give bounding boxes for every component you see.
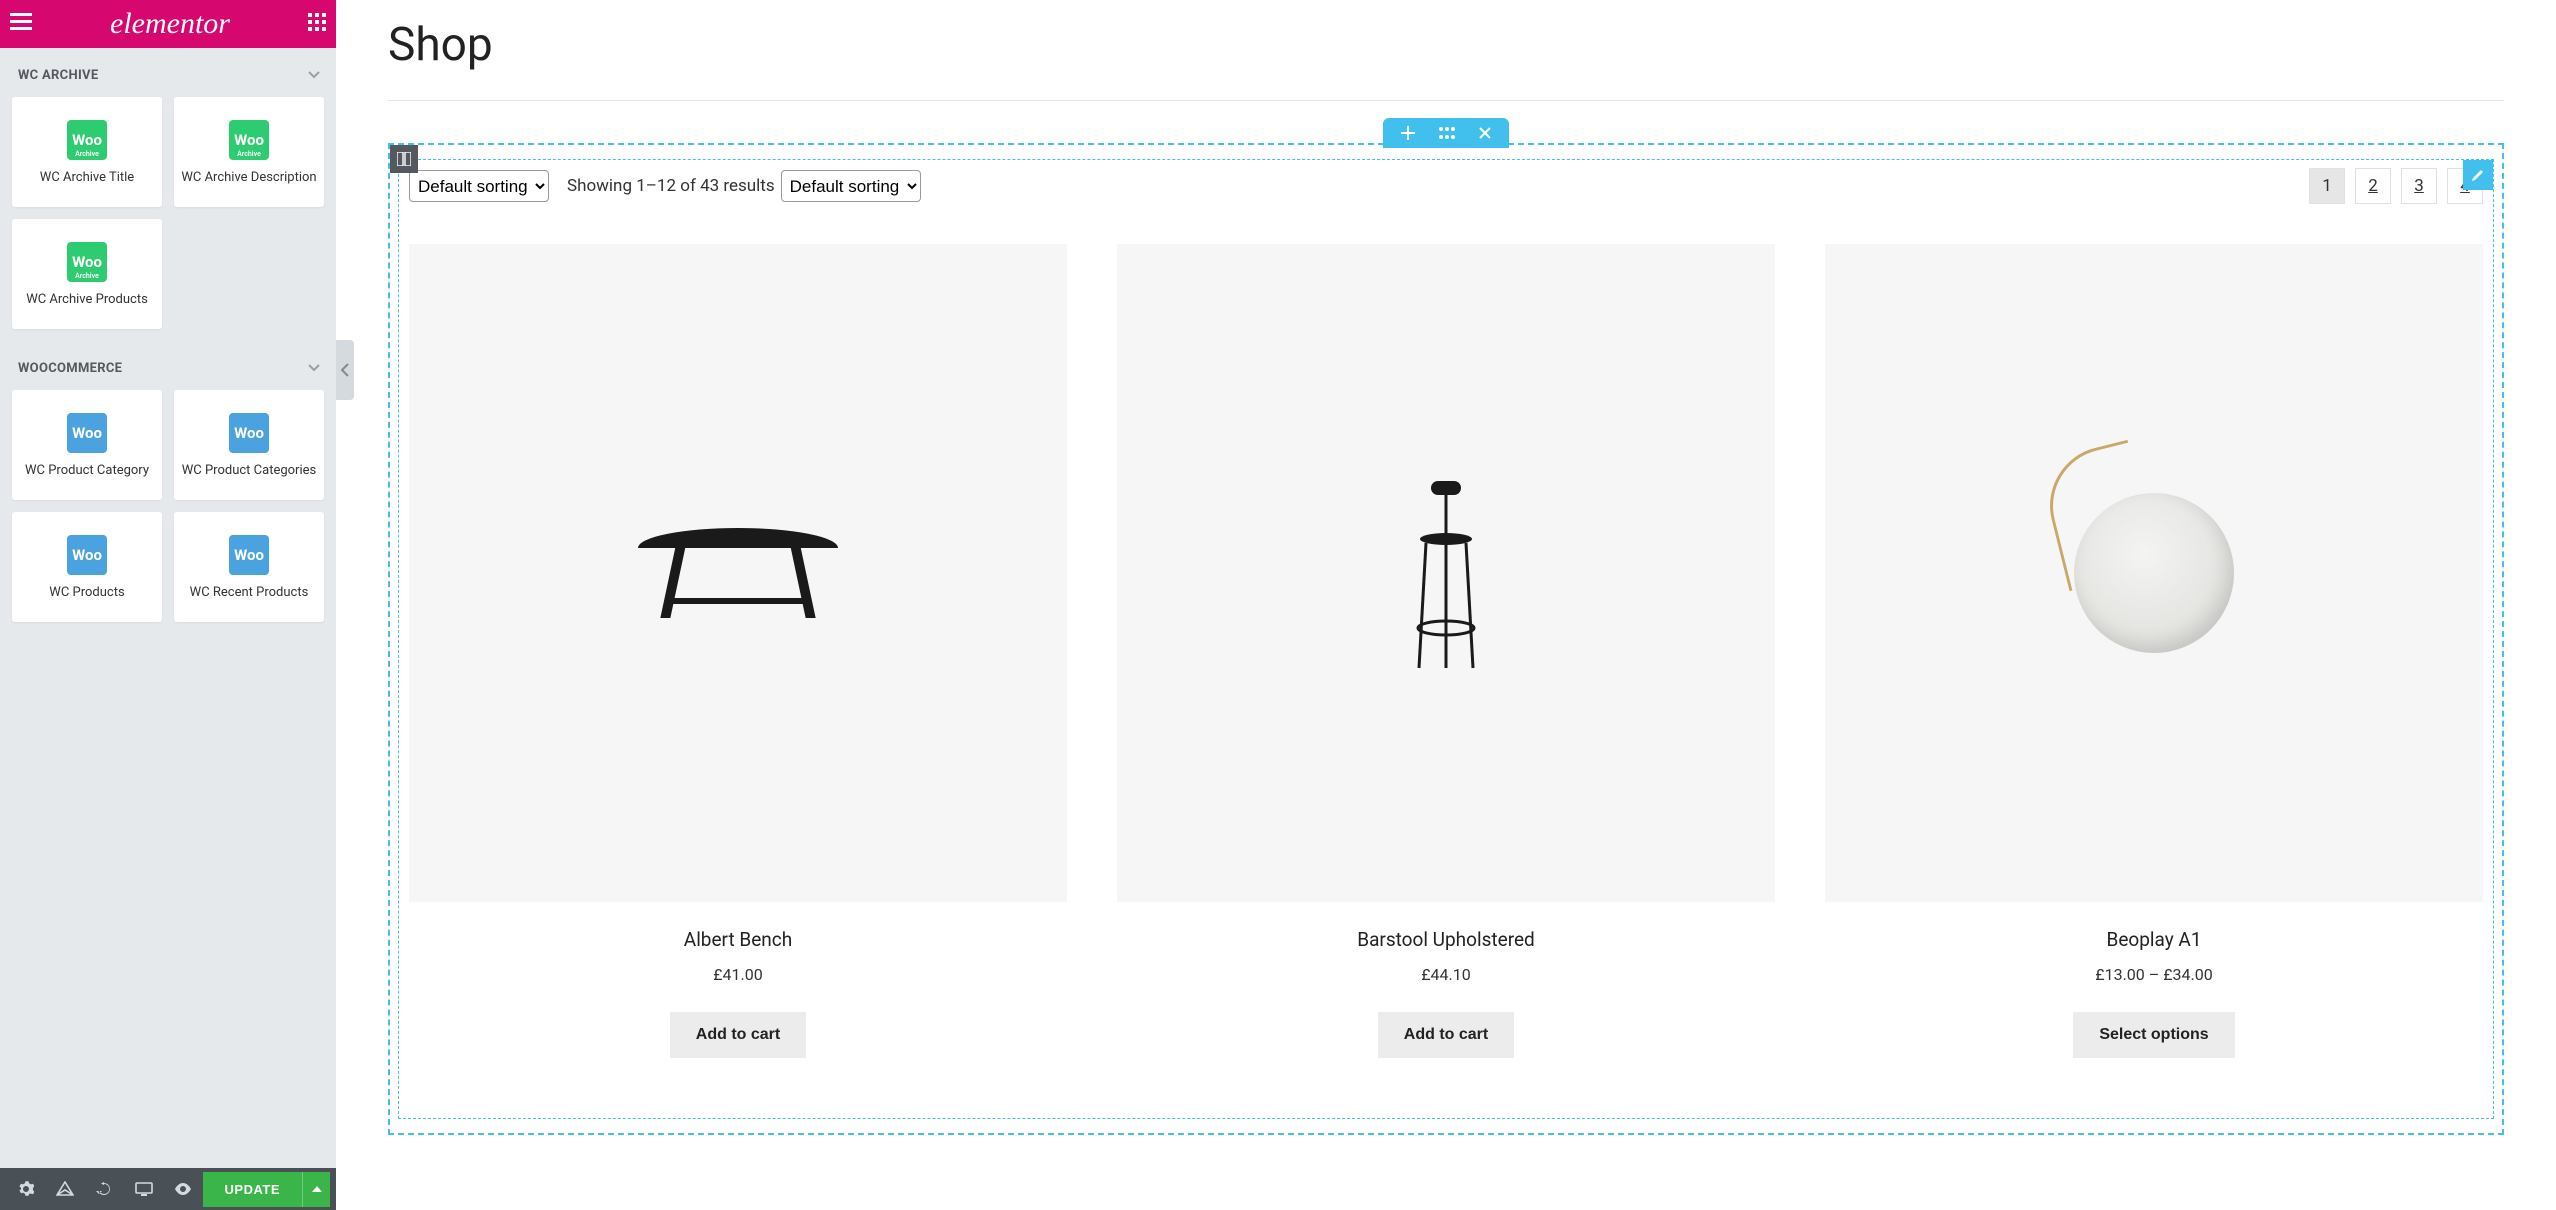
delete-section-icon[interactable] [1479,127,1491,139]
chevron-down-icon [308,68,320,83]
settings-icon[interactable] [6,1168,45,1210]
widget-label: WC Archive Products [26,292,148,307]
results-count: Showing 1–12 of 43 results Default sorti… [567,170,921,202]
shop-toolbar: Default sorting Showing 1–12 of 43 resul… [409,168,2483,204]
column-handle-icon[interactable] [390,145,418,173]
woo-icon: WooArchive [67,120,107,160]
pagination: 1234 [2309,168,2483,204]
chevron-down-icon [308,361,320,376]
panel-body: WC ARCHIVE WooArchive WC Archive TitleWo… [0,48,336,1210]
update-options-button[interactable] [302,1172,330,1207]
widget-card[interactable]: Woo WC Product Categories [174,390,324,500]
panel-header: elementor [0,0,336,48]
widget-label: WC Products [49,585,124,600]
elementor-column[interactable]: Default sorting Showing 1–12 of 43 resul… [398,159,2494,1119]
history-icon[interactable] [85,1168,124,1210]
product-grid: Albert Bench £41.00 Add to cart Barstool… [409,244,2483,1058]
product-title: Albert Bench [409,928,1067,951]
widget-label: WC Archive Title [40,170,134,185]
page-link[interactable]: 3 [2401,168,2437,204]
widget-label: WC Product Categories [182,463,316,478]
section-controls [1383,118,1509,148]
widget-label: WC Product Category [25,463,149,478]
preview-icon[interactable] [163,1168,202,1210]
widget-card[interactable]: Woo WC Recent Products [174,512,324,622]
widget-card[interactable]: WooArchive WC Archive Products [12,219,162,329]
woo-icon: Woo [229,413,269,453]
drag-section-icon[interactable] [1439,127,1455,139]
widget-label: WC Recent Products [190,585,309,600]
product-image[interactable] [409,244,1067,902]
widget-card[interactable]: WooArchive WC Archive Description [174,97,324,207]
add-to-cart-button[interactable]: Add to cart [670,1012,806,1058]
preview-canvas: Shop Default sorting Showing 1–12 of 43 … [336,0,2556,1135]
product-price: £13.00 – £34.00 [1825,965,2483,984]
page-link[interactable]: 1 [2309,168,2345,204]
woo-icon: Woo [67,535,107,575]
widget-label: WC Archive Description [181,170,316,185]
add-section-icon[interactable] [1401,126,1415,140]
responsive-icon[interactable] [124,1168,163,1210]
product-title: Barstool Upholstered [1117,928,1775,951]
section-header[interactable]: WOOCOMMERCE [0,341,336,390]
page-link[interactable]: 2 [2355,168,2391,204]
widget-card[interactable]: Woo WC Products [12,512,162,622]
product-card[interactable]: Albert Bench £41.00 Add to cart [409,244,1067,1058]
product-price: £41.00 [409,965,1067,984]
section-title: WC ARCHIVE [18,68,98,83]
section-title: WOOCOMMERCE [18,361,122,376]
edit-widget-icon[interactable] [2463,160,2493,190]
menu-icon[interactable] [10,13,32,35]
brand-logo: elementor [110,7,230,41]
woo-icon: Woo [229,535,269,575]
elementor-panel: elementor WC ARCHIVE WooArchive WC Archi… [0,0,336,1210]
woo-icon: Woo [67,413,107,453]
product-image[interactable] [1117,244,1775,902]
woo-icon: WooArchive [67,242,107,282]
navigator-icon[interactable] [45,1168,84,1210]
panel-footer: UPDATE [0,1168,336,1210]
elementor-section[interactable]: Default sorting Showing 1–12 of 43 resul… [388,143,2504,1135]
sort-select-left[interactable]: Default sorting [409,170,549,202]
add-to-cart-button[interactable]: Select options [2073,1012,2234,1058]
collapse-panel-button[interactable] [336,340,354,400]
apps-icon[interactable] [308,13,326,35]
section-header[interactable]: WC ARCHIVE [0,48,336,97]
product-card[interactable]: Barstool Upholstered £44.10 Add to cart [1117,244,1775,1058]
add-to-cart-button[interactable]: Add to cart [1378,1012,1514,1058]
sort-select-right[interactable]: Default sorting [781,170,921,202]
product-card[interactable]: Beoplay A1 £13.00 – £34.00 Select option… [1825,244,2483,1058]
update-button[interactable]: UPDATE [203,1172,302,1207]
product-title: Beoplay A1 [1825,928,2483,951]
woo-icon: WooArchive [229,120,269,160]
product-image[interactable] [1825,244,2483,902]
widget-card[interactable]: WooArchive WC Archive Title [12,97,162,207]
page-title: Shop [388,18,2504,101]
product-price: £44.10 [1117,965,1775,984]
widget-card[interactable]: Woo WC Product Category [12,390,162,500]
